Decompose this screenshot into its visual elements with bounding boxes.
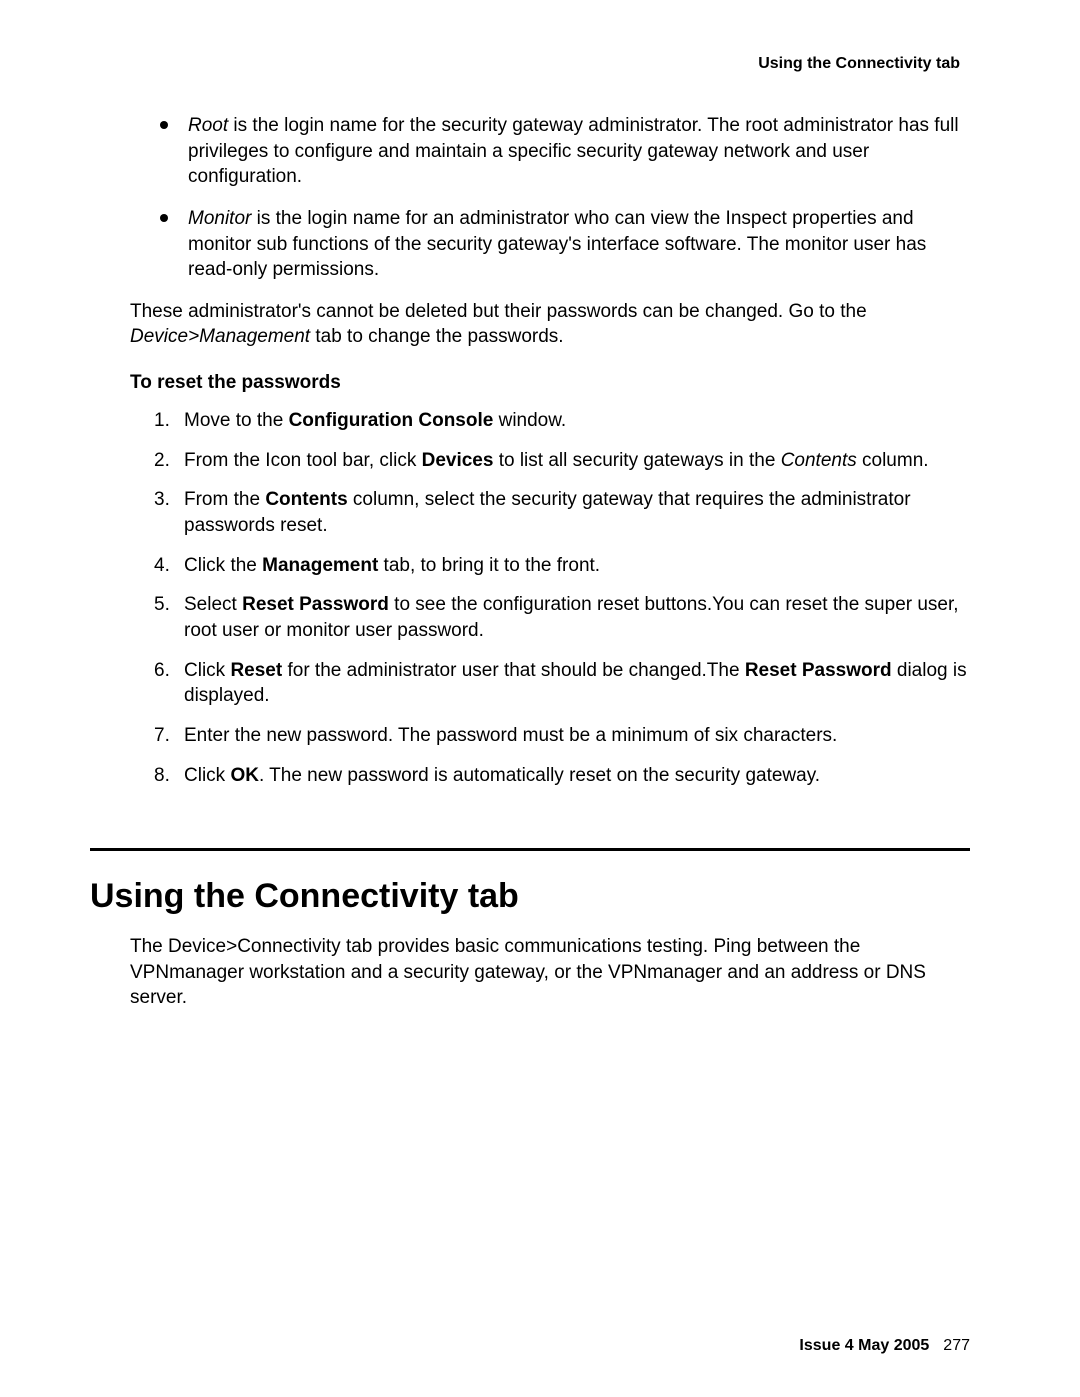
step-1: Move to the Configuration Console window… bbox=[130, 408, 970, 434]
section-paragraph: The Device>Connectivity tab provides bas… bbox=[130, 934, 970, 1011]
intro-paragraph: These administrator's cannot be deleted … bbox=[130, 299, 970, 350]
ui-ref: OK bbox=[230, 765, 259, 786]
text: tab to change the passwords. bbox=[310, 326, 564, 347]
text: Click the bbox=[184, 555, 262, 576]
text: is the login name for the security gatew… bbox=[188, 115, 959, 187]
step-5: Select Reset Password to see the configu… bbox=[130, 592, 970, 643]
text: Enter the new password. The password mus… bbox=[184, 725, 837, 746]
running-header: Using the Connectivity tab bbox=[90, 55, 970, 73]
text: Move to the bbox=[184, 410, 289, 431]
section-title: Using the Connectivity tab bbox=[90, 877, 970, 916]
device-management-ref: Device>Management bbox=[130, 326, 310, 347]
text: From the Icon tool bar, click bbox=[184, 450, 422, 471]
text: window. bbox=[493, 410, 566, 431]
procedure-steps: Move to the Configuration Console window… bbox=[130, 408, 970, 788]
text: Click bbox=[184, 660, 230, 681]
ui-ref: Management bbox=[262, 555, 378, 576]
text: column. bbox=[857, 450, 929, 471]
text: is the login name for an administrator w… bbox=[188, 208, 926, 280]
ui-ref: Devices bbox=[422, 450, 494, 471]
text: From the bbox=[184, 489, 265, 510]
page-footer: Issue 4 May 2005 277 bbox=[799, 1337, 970, 1355]
text: to list all security gateways in the bbox=[493, 450, 780, 471]
content-block: Root is the login name for the security … bbox=[130, 113, 970, 788]
ui-ref: Reset Password bbox=[242, 594, 389, 615]
step-2: From the Icon tool bar, click Devices to… bbox=[130, 448, 970, 474]
ui-ref: Contents bbox=[265, 489, 347, 510]
text: Select bbox=[184, 594, 242, 615]
step-7: Enter the new password. The password mus… bbox=[130, 723, 970, 749]
ui-ref: Reset Password bbox=[745, 660, 892, 681]
text: Click bbox=[184, 765, 230, 786]
section-divider bbox=[90, 848, 970, 851]
text: These administrator's cannot be deleted … bbox=[130, 301, 867, 322]
step-4: Click the Management tab, to bring it to… bbox=[130, 553, 970, 579]
section-body: The Device>Connectivity tab provides bas… bbox=[130, 934, 970, 1011]
text: tab, to bring it to the front. bbox=[378, 555, 600, 576]
step-3: From the Contents column, select the sec… bbox=[130, 487, 970, 538]
bullet-root: Root is the login name for the security … bbox=[130, 113, 970, 190]
step-6: Click Reset for the administrator user t… bbox=[130, 658, 970, 709]
page: Using the Connectivity tab Root is the l… bbox=[0, 0, 1080, 1397]
ui-ref-ital: Contents bbox=[781, 450, 857, 471]
issue-date: Issue 4 May 2005 bbox=[799, 1337, 929, 1354]
procedure-heading: To reset the passwords bbox=[130, 372, 970, 394]
term-monitor: Monitor bbox=[188, 208, 251, 229]
ui-ref: Configuration Console bbox=[289, 410, 494, 431]
text: . The new password is automatically rese… bbox=[259, 765, 820, 786]
term-root: Root bbox=[188, 115, 228, 136]
bullet-list: Root is the login name for the security … bbox=[130, 113, 970, 283]
step-8: Click OK. The new password is automatica… bbox=[130, 763, 970, 789]
ui-ref: Reset bbox=[230, 660, 282, 681]
text: for the administrator user that should b… bbox=[282, 660, 745, 681]
page-number: 277 bbox=[943, 1337, 970, 1354]
bullet-monitor: Monitor is the login name for an adminis… bbox=[130, 206, 970, 283]
